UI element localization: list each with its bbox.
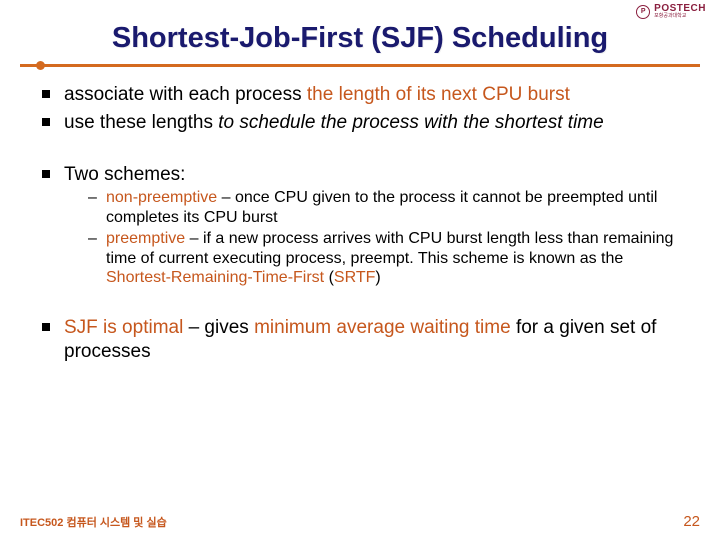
logo-emblem-icon: P [636, 5, 650, 19]
bullet-two-schemes: Two schemes: non-preemptive – once CPU g… [36, 163, 684, 288]
text-highlight: SRTF [334, 269, 375, 286]
text: associate with each process [64, 84, 307, 105]
text-highlight: Shortest-Remaining-Time-First [106, 269, 324, 286]
text: ( [324, 269, 334, 286]
slide-footer: ITEC502 컴퓨터 시스템 및 실습 22 [0, 513, 720, 530]
text-highlight: SJF is optimal [64, 317, 183, 338]
footer-course: ITEC502 컴퓨터 시스템 및 실습 [20, 514, 167, 530]
text: ) [375, 269, 380, 286]
text-highlight: the length of its next CPU burst [307, 84, 570, 105]
text-highlight: preemptive [106, 230, 185, 247]
institution-logo: P POSTECH 포항공과대학교 [636, 4, 706, 19]
bullet-sjf-optimal: SJF is optimal – gives minimum average w… [36, 316, 684, 364]
slide-content: associate with each process the length o… [0, 69, 720, 363]
text-italic: to schedule the process with the shortes… [218, 112, 603, 133]
text: use these lengths [64, 112, 218, 133]
sub-non-preemptive: non-preemptive – once CPU given to the p… [64, 188, 684, 227]
bullet-use-lengths: use these lengths to schedule the proces… [36, 111, 684, 135]
footer-page-number: 22 [683, 513, 700, 530]
text: Two schemes: [64, 164, 185, 185]
text-highlight: non-preemptive [106, 189, 217, 206]
text-highlight: minimum average waiting time [254, 317, 511, 338]
text: – gives [183, 317, 254, 338]
title-underline [20, 61, 700, 69]
text: – if a new process arrives with CPU burs… [106, 230, 673, 267]
page-title: Shortest-Job-First (SJF) Scheduling [20, 22, 700, 55]
logo-sub-text: 포항공과대학교 [654, 14, 706, 19]
sub-preemptive: preemptive – if a new process arrives wi… [64, 229, 684, 288]
bullet-associate: associate with each process the length o… [36, 83, 684, 107]
